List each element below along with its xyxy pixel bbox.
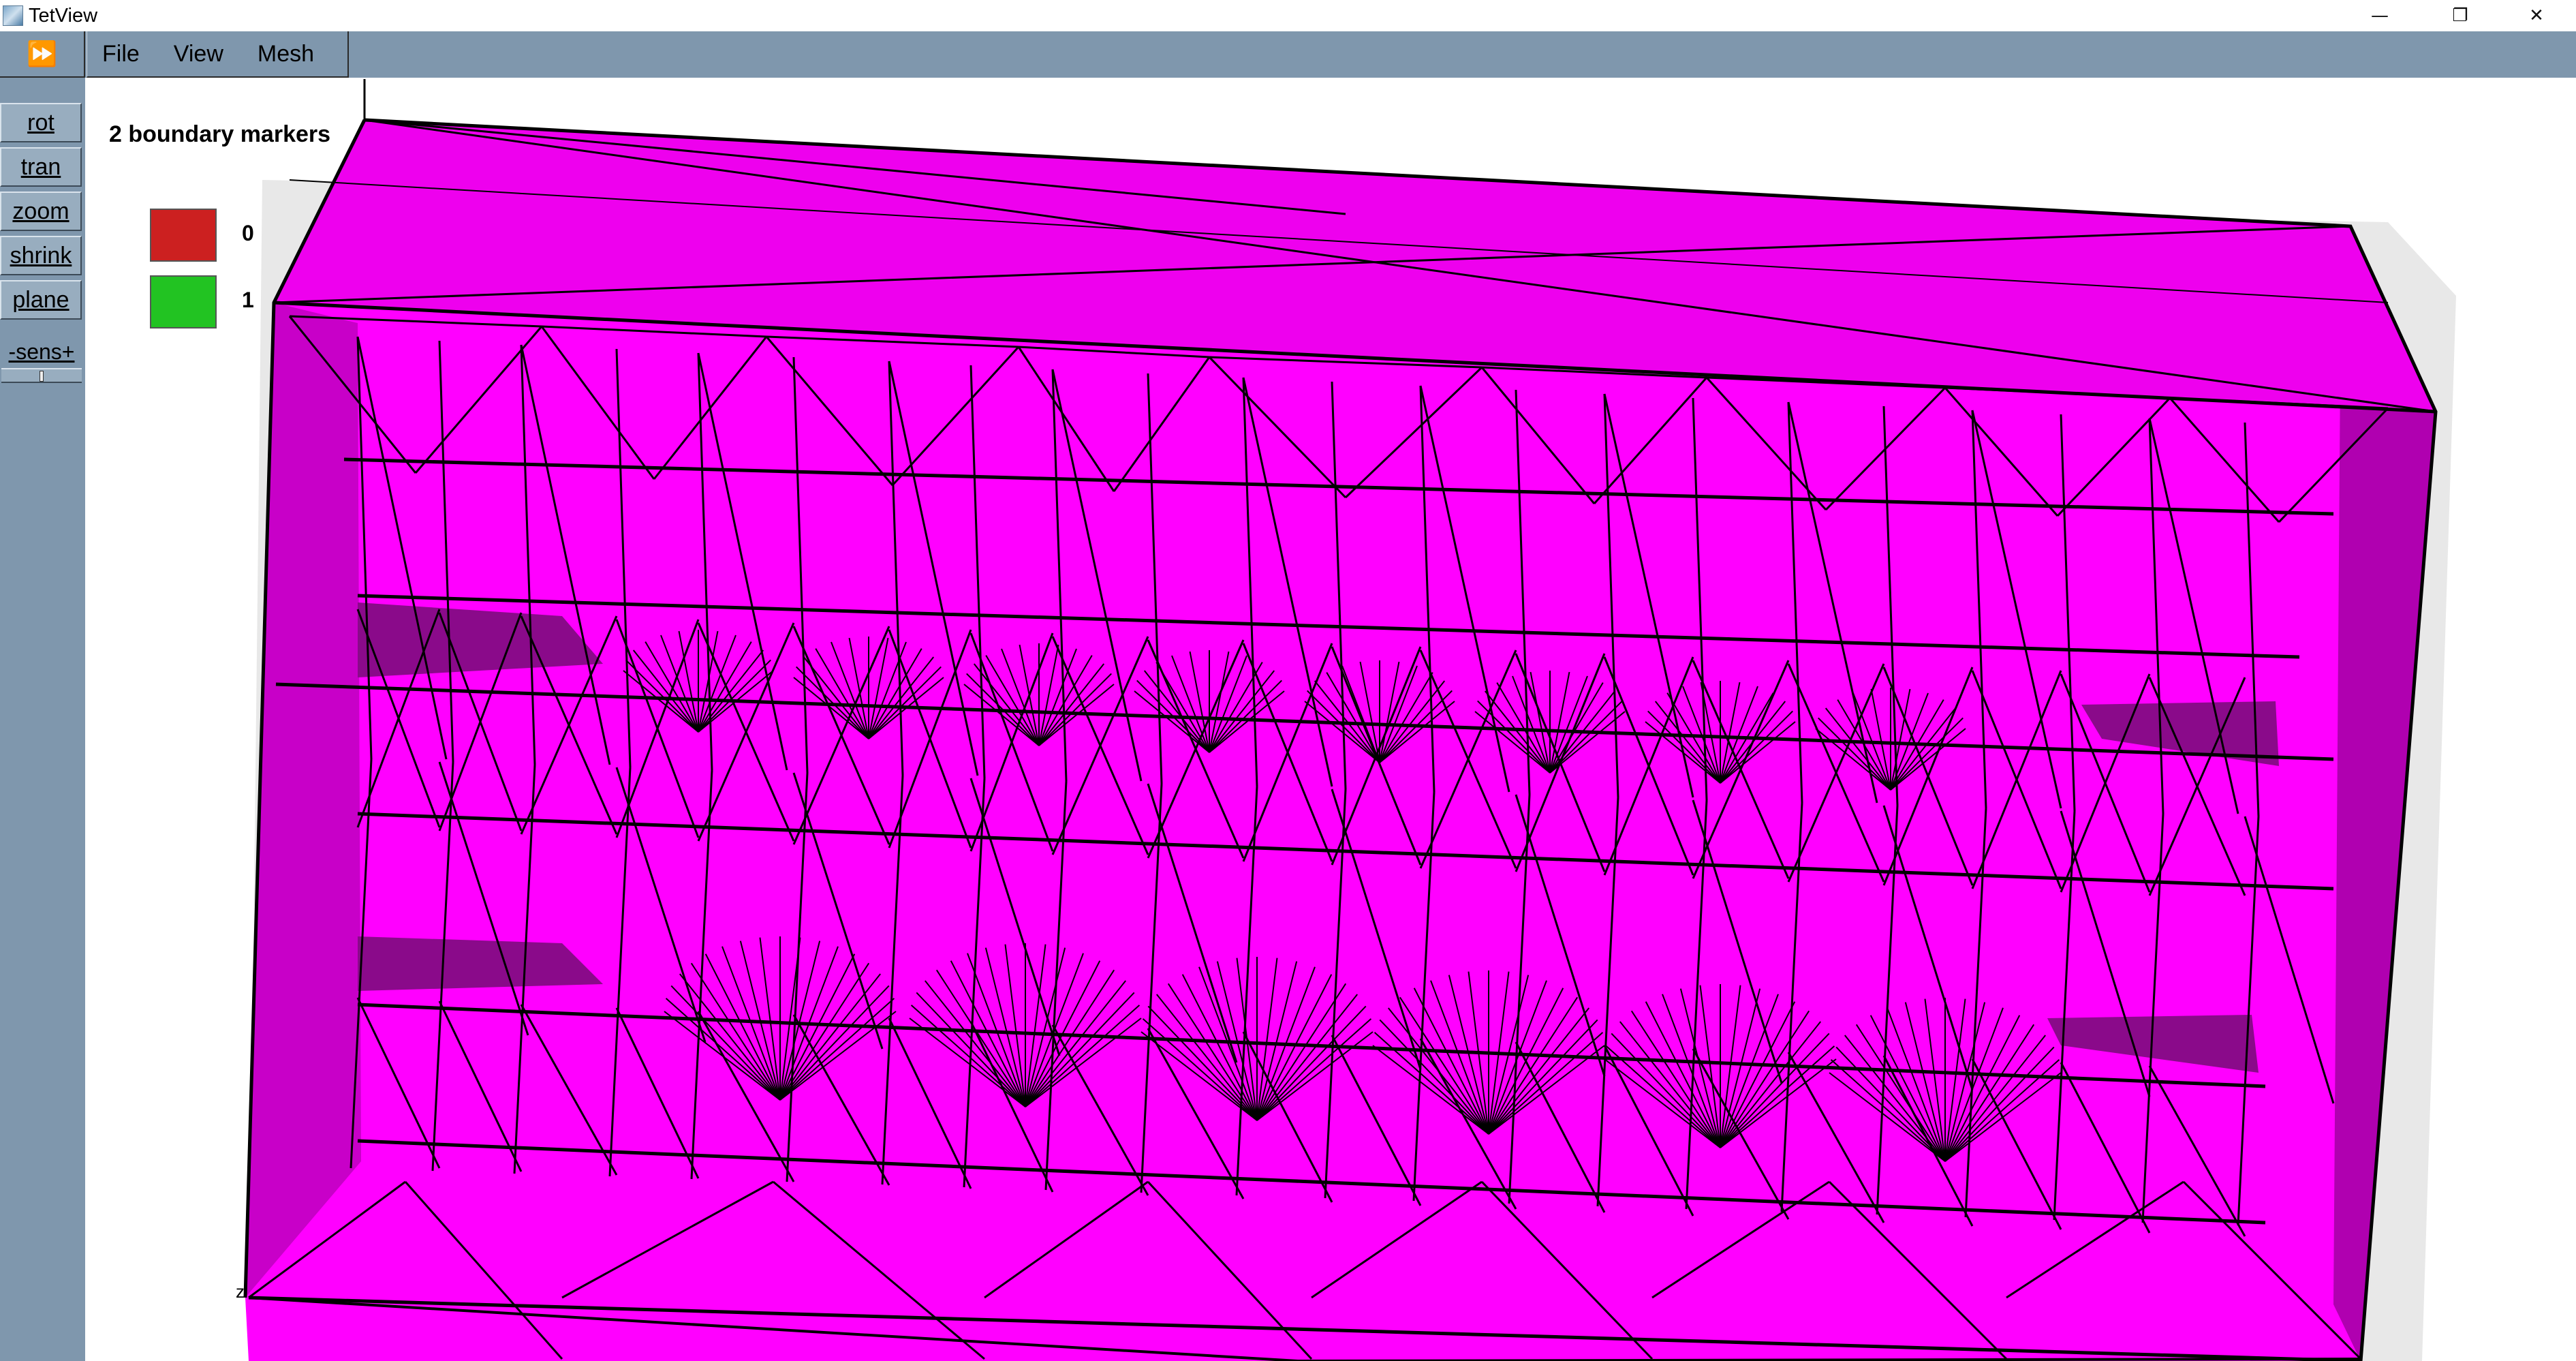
axis-label-z: z xyxy=(236,1281,245,1302)
zoom-button[interactable]: zoom xyxy=(0,192,82,231)
restore-icon: ❐ xyxy=(2452,5,2468,26)
menu-view[interactable]: View xyxy=(174,41,223,67)
menu-bar xyxy=(85,31,2576,78)
restore-button[interactable]: ❐ xyxy=(2423,0,2498,31)
sensitivity-slider-thumb[interactable] xyxy=(40,371,44,382)
minimize-button[interactable]: — xyxy=(2342,0,2417,31)
legend-swatch-1 xyxy=(150,275,217,328)
close-button[interactable]: ✕ xyxy=(2499,0,2574,31)
legend-label-0: 0 xyxy=(242,221,254,245)
close-icon: ✕ xyxy=(2529,5,2544,26)
rot-button[interactable]: rot xyxy=(0,103,82,142)
legend-label-1: 1 xyxy=(242,288,254,312)
app-icon xyxy=(3,5,23,26)
tran-button[interactable]: tran xyxy=(0,147,82,187)
mesh-viewport[interactable]: z xyxy=(85,78,2576,1361)
shrink-button[interactable]: shrink xyxy=(0,236,82,275)
menu-file[interactable]: File xyxy=(102,41,140,67)
window-title: TetView xyxy=(29,5,98,27)
title-bar: TetView — ❐ ✕ xyxy=(0,0,2576,32)
fast-forward-icon: ⏩ xyxy=(27,40,57,68)
tetview-window: TetView — ❐ ✕ ⏩ File View Mesh rot tran … xyxy=(0,0,2576,1361)
mesh-rendering xyxy=(243,79,2456,1361)
menu-mesh[interactable]: Mesh xyxy=(258,41,314,67)
sensitivity-label: -sens+ xyxy=(8,339,75,364)
plane-button[interactable]: plane xyxy=(0,280,82,320)
legend-swatch-0 xyxy=(150,209,217,262)
sensitivity-slider[interactable] xyxy=(1,368,82,383)
minimize-icon: — xyxy=(2371,5,2389,26)
toggle-toolbar-button[interactable]: ⏩ xyxy=(0,31,85,78)
menu-group: File View Mesh xyxy=(87,31,349,78)
legend-title: 2 boundary markers xyxy=(109,121,331,147)
